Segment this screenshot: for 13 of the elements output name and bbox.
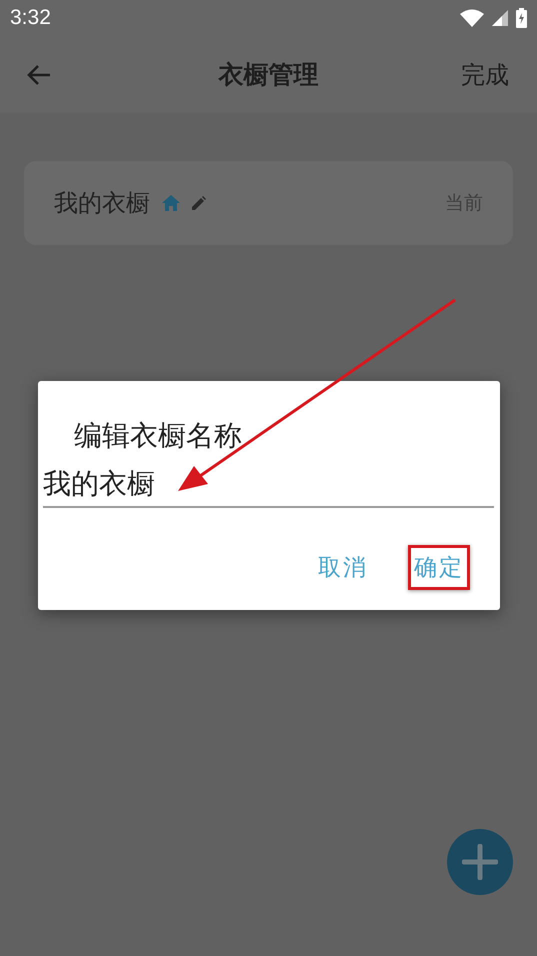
signal-icon bbox=[492, 10, 508, 26]
status-time: 3:32 bbox=[10, 6, 51, 30]
dialog-title: 编辑衣橱名称 bbox=[74, 418, 243, 454]
plus-icon bbox=[462, 844, 498, 880]
battery-icon bbox=[516, 8, 527, 28]
page-title: 衣橱管理 bbox=[218, 59, 318, 91]
pencil-icon[interactable] bbox=[192, 196, 206, 210]
name-input-field[interactable]: 我的衣橱 bbox=[43, 463, 494, 508]
wardrobe-name: 我的衣橱 bbox=[54, 188, 150, 219]
wifi-icon bbox=[460, 9, 484, 27]
done-button[interactable]: 完成 bbox=[457, 54, 513, 94]
dialog-button[interactable]: 取消 bbox=[312, 545, 374, 590]
dialog-button[interactable]: 确定 bbox=[408, 545, 470, 590]
